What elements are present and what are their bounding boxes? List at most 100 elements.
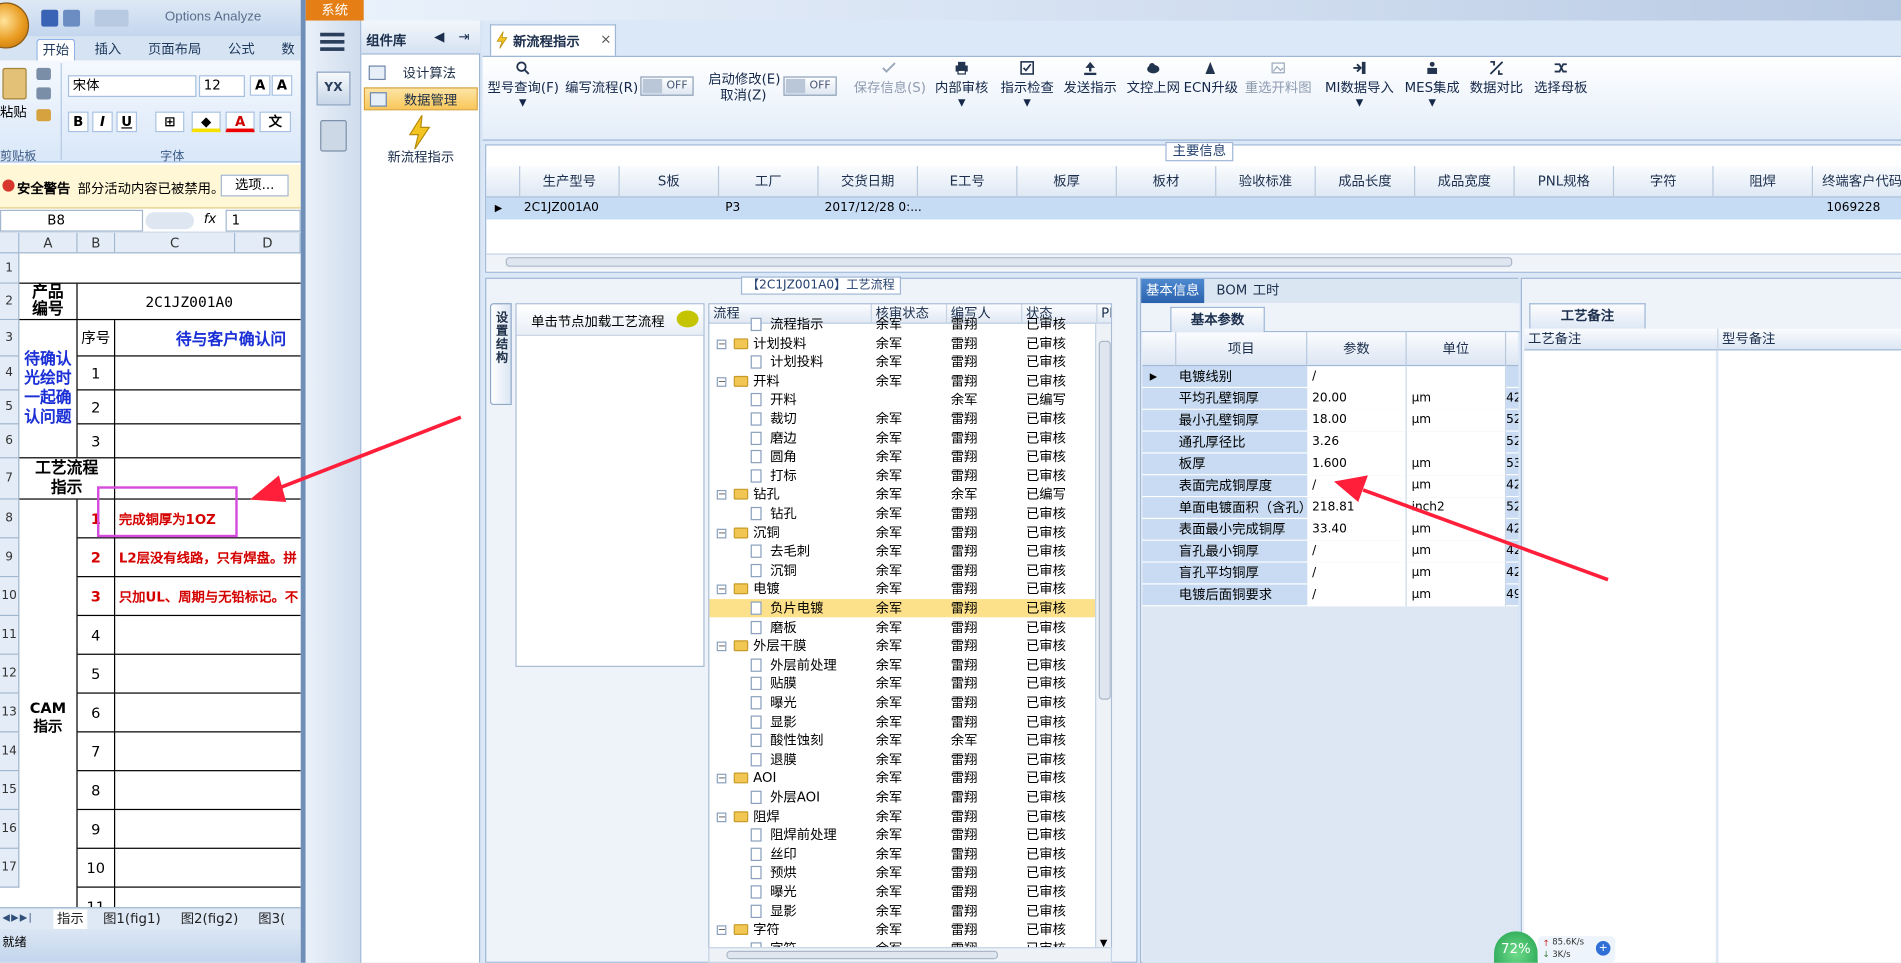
write-flow-button[interactable]: 编写流程(R) <box>565 57 638 130</box>
tree-row[interactable]: 打标 余军 雷翔 已审核 <box>709 467 1095 485</box>
parameter-row[interactable]: 表面完成铜厚度 /μm42 <box>1142 475 1519 498</box>
row-header[interactable]: 10 <box>0 577 20 617</box>
row-header[interactable]: 9 <box>0 538 20 578</box>
spreadsheet-grid[interactable]: A B C D 1 2 3 4 5 6 7 8 9 10 11 12 13 14 15 16 17 产品编号 2C… <box>0 232 301 908</box>
tree-node-name[interactable]: 流程指示 <box>770 315 823 333</box>
param-unit[interactable]: μm <box>1406 562 1507 585</box>
tree-node-name[interactable]: 钻孔 <box>753 486 780 504</box>
scroll-thumb[interactable] <box>726 950 999 960</box>
cam-row-number[interactable]: 8 <box>77 771 116 811</box>
product-no-label[interactable]: 产品编号 <box>19 283 78 321</box>
tree-row[interactable]: − 外层干膜 余军 雷翔 已审核 <box>709 637 1095 655</box>
tree-row[interactable]: 磨边 余军 雷翔 已审核 <box>709 429 1095 447</box>
cam-row-text[interactable] <box>115 810 301 849</box>
param-unit[interactable]: μm <box>1406 388 1507 410</box>
tree-row[interactable]: 曝光 余军 雷翔 已审核 <box>709 694 1095 712</box>
expand-collapse-icon[interactable]: − <box>716 584 727 595</box>
ecn-upgrade-button[interactable]: ECN升级 <box>1184 57 1238 130</box>
cam-row-number[interactable]: 7 <box>77 732 116 772</box>
close-tab-icon[interactable]: × <box>600 32 611 48</box>
scroll-thumb[interactable] <box>1098 340 1111 700</box>
select-mother-board-button[interactable]: 选择母板 <box>1530 57 1591 130</box>
save-icon[interactable] <box>41 9 59 27</box>
process-remark-content[interactable] <box>1524 350 1716 963</box>
tree-node-name[interactable]: 曝光 <box>770 883 797 901</box>
tree-row[interactable]: 开料 余军 已编写 <box>709 391 1095 409</box>
tree-row[interactable]: 计划投料 余军 雷翔 已审核 <box>709 353 1095 371</box>
tree-node-name[interactable]: 去毛刺 <box>770 542 810 560</box>
param-value[interactable]: / <box>1307 475 1407 498</box>
cam-row-number[interactable]: 11 <box>78 887 116 908</box>
tree-row[interactable]: − 电镀 余军 雷翔 已审核 <box>709 580 1095 598</box>
cam-row-text[interactable] <box>115 849 301 888</box>
edit-mode-toggle[interactable]: OFF <box>640 76 694 96</box>
reselect-cutting-map-button[interactable]: 重选开料图 <box>1239 57 1317 130</box>
row-header[interactable]: 5 <box>0 390 20 425</box>
tree-node-name[interactable]: 阻焊 <box>753 807 780 825</box>
parameter-grid[interactable]: 项目 参数 单位 ▶电镀线别/平均孔壁铜厚20.00μm42最小孔壁铜厚18.0… <box>1142 332 1519 963</box>
param-unit[interactable] <box>1406 366 1507 389</box>
confirm-row-cell[interactable] <box>115 390 301 425</box>
tree-node-name[interactable]: 预烘 <box>770 864 797 882</box>
tree-node-name[interactable]: 沉铜 <box>770 561 797 579</box>
expand-collapse-icon[interactable]: − <box>716 528 727 538</box>
system-button[interactable]: 系统 <box>305 0 364 21</box>
tree-node-name[interactable]: 阻焊前处理 <box>770 826 837 844</box>
tree-node-name[interactable]: 贴膜 <box>770 675 797 693</box>
tree-row[interactable]: − 阻焊 余军 雷翔 已审核 <box>709 807 1095 825</box>
instruction-check-button[interactable]: 指示检查 ▼ <box>997 57 1058 130</box>
main-grid-column-header[interactable]: 板材 <box>1117 166 1217 198</box>
mi-data-import-button[interactable]: MI数据导入 ▼ <box>1319 57 1399 130</box>
vertical-tab-structure[interactable]: 设置结构 <box>489 303 512 406</box>
param-unit[interactable]: μm <box>1406 453 1507 476</box>
parameter-row[interactable]: 盲孔平均铜厚 /μm42 <box>1142 562 1519 585</box>
param-value[interactable]: 1.600 <box>1307 453 1407 476</box>
cam-row-number[interactable]: 9 <box>77 810 116 849</box>
param-unit[interactable]: μm <box>1406 519 1507 541</box>
parameter-row[interactable]: 最小孔壁铜厚 18.00μm52 <box>1142 409 1519 432</box>
param-value[interactable]: / <box>1307 562 1407 585</box>
cam-row-text[interactable] <box>115 732 301 772</box>
fx-icon[interactable]: fx <box>204 211 217 227</box>
font-size-select[interactable]: 12 <box>198 75 245 98</box>
tree-row[interactable]: 沉铜 余军 雷翔 已审核 <box>709 561 1095 579</box>
tree-row[interactable]: − AOI 余军 雷翔 已审核 <box>709 769 1095 787</box>
tree-node-name[interactable]: 负片电镀 <box>770 599 823 617</box>
main-grid-column-header[interactable]: 生产型号 <box>520 166 620 198</box>
tab-data[interactable]: 数 <box>276 39 299 61</box>
memory-usage-badge[interactable]: 72% <box>1494 931 1538 963</box>
column-header-b[interactable]: B <box>77 232 116 254</box>
add-icon[interactable]: + <box>1595 941 1611 956</box>
tree-row[interactable]: − 钻孔 余军 余军 已编写 <box>709 486 1095 504</box>
row-header[interactable]: 11 <box>0 616 20 655</box>
row-header[interactable]: 4 <box>0 356 20 391</box>
pin-icon[interactable]: ⇥ <box>458 29 469 45</box>
tree-row[interactable]: − 沉铜 余军 雷翔 已审核 <box>709 523 1095 541</box>
tree-node-name[interactable]: 电镀 <box>753 580 780 598</box>
tree-row[interactable]: − 字符 余军 雷翔 已审核 <box>709 921 1095 939</box>
tree-row[interactable]: 显影 余军 雷翔 已审核 <box>709 902 1095 920</box>
parameter-row[interactable]: 盲孔最小铜厚 /μm42 <box>1142 540 1519 563</box>
tree-node-name[interactable]: 沉铜 <box>753 523 780 541</box>
cam-row-text[interactable] <box>115 616 301 655</box>
row-header[interactable]: 16 <box>0 810 20 849</box>
panel-item-data-management[interactable]: 数据管理 <box>363 87 478 111</box>
tree-row[interactable]: 钻孔 余军 雷翔 已审核 <box>709 504 1095 522</box>
row-header[interactable]: 14 <box>0 732 20 772</box>
param-value[interactable]: / <box>1307 366 1407 389</box>
main-grid-row[interactable]: ▶ 2C1JZ001A0 P3 2017/12/28 0:... 1069228 <box>486 197 1901 220</box>
param-value[interactable]: 20.00 <box>1307 388 1407 410</box>
start-modify-button[interactable]: 启动修改(E) 取消(Z) <box>708 57 780 130</box>
name-box[interactable]: B8 <box>0 209 144 232</box>
row-header[interactable]: 6 <box>0 424 20 459</box>
tab-work-hours[interactable]: 工时 <box>1248 279 1284 303</box>
tree-row[interactable]: 圆角 余军 雷翔 已审核 <box>709 448 1095 466</box>
calculator-icon[interactable] <box>320 120 347 152</box>
tree-node-name[interactable]: 圆角 <box>770 448 797 466</box>
internal-review-button[interactable]: 内部审核 ▼ <box>931 57 992 130</box>
tree-row[interactable]: 退膜 余军 雷翔 已审核 <box>709 750 1095 768</box>
tree-node-name[interactable]: 外层前处理 <box>770 656 837 674</box>
font-name-select[interactable]: 宋体 <box>67 75 197 98</box>
paste-icon[interactable] <box>2 67 27 100</box>
new-flow-instruction-link[interactable]: 新流程指示 <box>361 147 480 166</box>
